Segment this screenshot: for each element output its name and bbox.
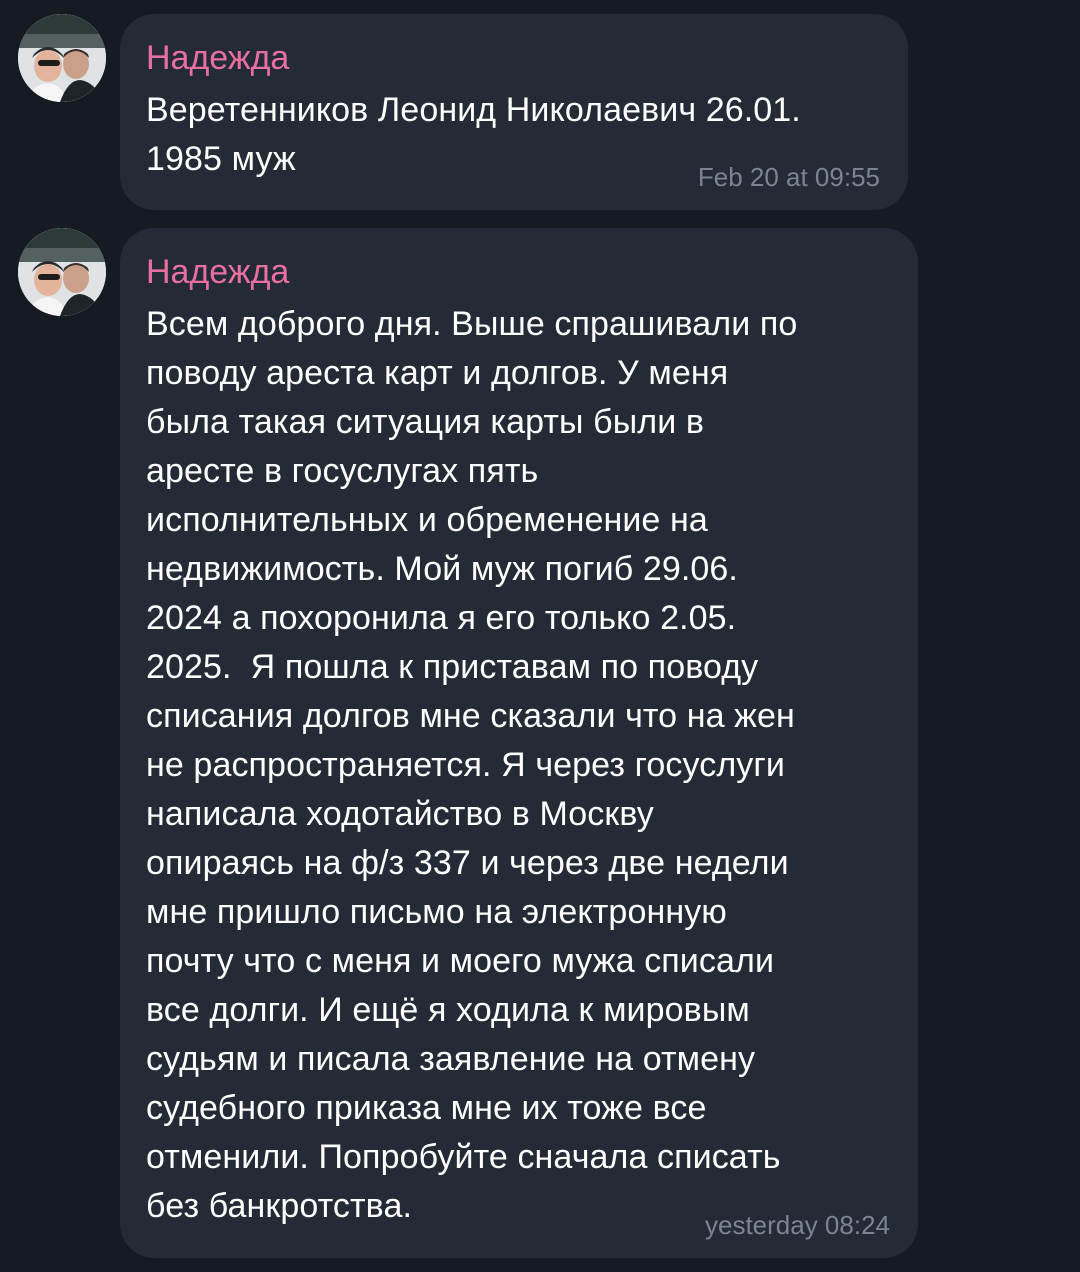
user-photo-icon	[18, 228, 106, 316]
message-bubble[interactable]: Надежда Всем доброго дня. Выше спрашивал…	[120, 228, 918, 1258]
message-timestamp: Feb 20 at 09:55	[697, 162, 880, 192]
sender-name[interactable]: Надежда	[146, 36, 880, 80]
avatar[interactable]	[18, 14, 106, 102]
sender-name[interactable]: Надежда	[146, 250, 890, 294]
user-photo-icon	[18, 14, 106, 102]
message-row: Надежда Веретенников Леонид Николаевич 2…	[0, 14, 1080, 214]
message-text: Всем доброго дня. Выше спрашивали по пов…	[146, 305, 798, 1225]
avatar[interactable]	[18, 228, 106, 316]
message-timestamp: yesterday 08:24	[704, 1210, 890, 1240]
chat-view: Надежда Веретенников Леонид Николаевич 2…	[0, 0, 1080, 1272]
message-bubble[interactable]: Надежда Веретенников Леонид Николаевич 2…	[120, 14, 908, 210]
message-row: Надежда Всем доброго дня. Выше спрашивал…	[0, 228, 1080, 1260]
